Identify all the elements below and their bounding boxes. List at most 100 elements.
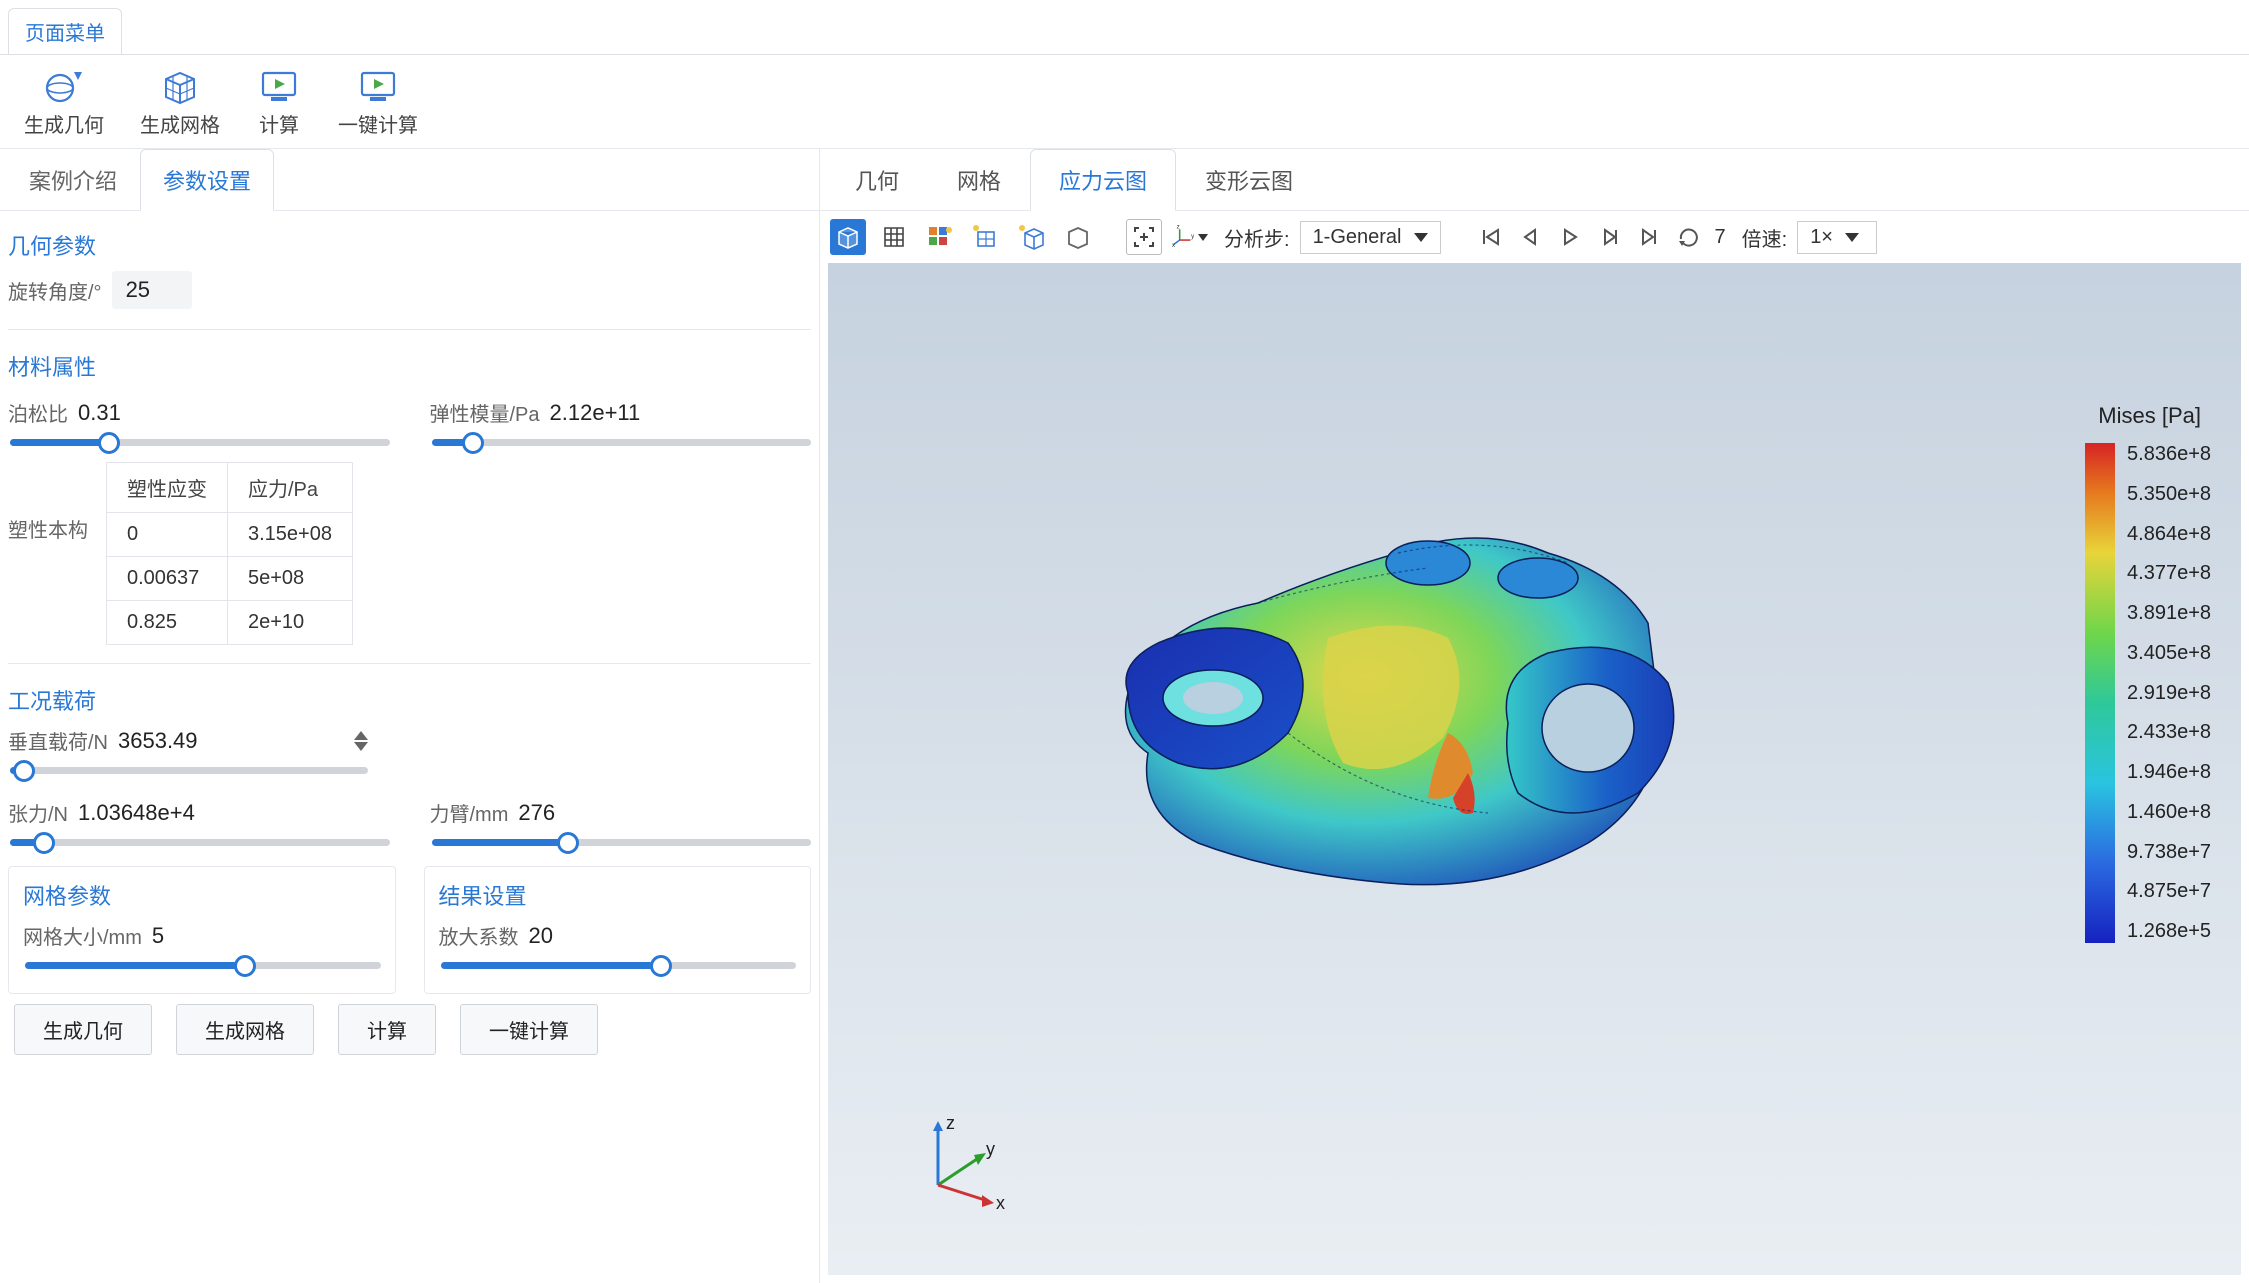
compute-button[interactable]: 计算 (338, 1004, 436, 1055)
outline-box-icon[interactable] (1060, 219, 1096, 255)
legend-value: 5.350e+8 (2127, 483, 2211, 506)
legend-value: 9.738e+7 (2127, 841, 2211, 864)
speed-select[interactable]: 1× (1797, 221, 1877, 254)
sphere-icon (41, 67, 87, 105)
vertical-load-label: 垂直载荷/N (8, 726, 108, 755)
legend-title: Mises [Pa] (2098, 403, 2201, 429)
axis-triad-icon: z y x (908, 1115, 1018, 1215)
scale-factor-slider[interactable] (441, 962, 797, 969)
young-slider[interactable] (432, 439, 812, 446)
tension-slider[interactable] (10, 839, 390, 846)
view-box-icon[interactable] (830, 219, 866, 255)
mesh-size-value: 5 (152, 923, 164, 949)
play-icon[interactable] (1555, 222, 1585, 252)
tab-param-settings[interactable]: 参数设置 (140, 149, 274, 211)
gen-geometry-button[interactable]: 生成几何 (14, 1004, 152, 1055)
loop-icon[interactable] (1675, 222, 1705, 252)
rotation-angle-value[interactable]: 25 (112, 271, 192, 309)
legend-value: 2.433e+8 (2127, 721, 2211, 744)
legend-value: 3.405e+8 (2127, 642, 2211, 665)
cube-mesh-icon (157, 67, 203, 105)
ribbon-compute[interactable]: 计算 (256, 67, 302, 138)
first-frame-icon[interactable] (1475, 222, 1505, 252)
poisson-value: 0.31 (78, 400, 121, 426)
viewport-3d[interactable]: z y x Mises [Pa] (828, 263, 2241, 1275)
rotation-angle-label: 旋转角度/° (8, 276, 102, 305)
svg-text:x: x (1172, 242, 1175, 249)
poisson-label: 泊松比 (8, 398, 68, 427)
vertical-load-stepper[interactable] (354, 731, 368, 751)
svg-text:x: x (996, 1193, 1005, 1213)
rtab-stress-contour[interactable]: 应力云图 (1030, 149, 1176, 211)
axis-xyz-icon[interactable]: z y x (1172, 219, 1208, 255)
tension-value: 1.03648e+4 (78, 800, 195, 826)
analysis-step-label: 分析步: (1224, 223, 1290, 252)
svg-text:y: y (986, 1139, 995, 1159)
plastic-table: 塑性应变 应力/Pa 03.15e+08 0.006375e+08 0.8252… (106, 462, 353, 645)
arm-label: 力臂/mm (430, 798, 509, 827)
prev-frame-icon[interactable] (1515, 222, 1545, 252)
ribbon-onekey-compute[interactable]: 一键计算 (338, 67, 418, 138)
vertical-load-value: 3653.49 (118, 728, 198, 754)
ribbon-toolbar: 生成几何 生成网格 计算 (0, 55, 2249, 149)
mesh-section-title: 网格参数 (23, 879, 381, 911)
legend-value: 5.836e+8 (2127, 443, 2211, 466)
ribbon-label: 计算 (259, 109, 299, 138)
mesh-size-label: 网格大小/mm (23, 921, 142, 950)
table-row[interactable]: 0.006375e+08 (107, 557, 353, 601)
analysis-step-select[interactable]: 1-General (1300, 221, 1441, 254)
th-stress: 应力/Pa (228, 463, 353, 513)
ribbon-label: 一键计算 (338, 109, 418, 138)
geom-section-title: 几何参数 (8, 229, 811, 261)
poisson-slider[interactable] (10, 439, 390, 446)
ribbon-mesh[interactable]: 生成网格 (140, 67, 220, 138)
legend-value: 3.891e+8 (2127, 602, 2211, 625)
ribbon-label: 生成几何 (24, 109, 104, 138)
frame-number: 7 (1715, 226, 1726, 249)
scale-factor-label: 放大系数 (439, 921, 519, 950)
rtab-mesh[interactable]: 网格 (928, 149, 1030, 210)
svg-text:z: z (1177, 224, 1180, 231)
ribbon-geometry[interactable]: 生成几何 (24, 67, 104, 138)
vertical-load-slider[interactable] (10, 767, 368, 774)
young-label: 弹性模量/Pa (430, 398, 540, 427)
color-legend: 5.836e+85.350e+84.864e+84.377e+83.891e+8… (2085, 443, 2211, 943)
speed-label: 倍速: (1742, 223, 1788, 252)
tab-case-intro[interactable]: 案例介绍 (6, 149, 140, 210)
play-monitor-icon (256, 67, 302, 105)
next-frame-icon[interactable] (1595, 222, 1625, 252)
play-monitor-icon (355, 67, 401, 105)
tension-label: 张力/N (8, 798, 68, 827)
light-grid-icon[interactable] (968, 219, 1004, 255)
gen-mesh-button[interactable]: 生成网格 (176, 1004, 314, 1055)
mesh-size-slider[interactable] (25, 962, 381, 969)
legend-value: 4.875e+7 (2127, 880, 2211, 903)
light-box-icon[interactable] (1014, 219, 1050, 255)
page-menu-tab[interactable]: 页面菜单 (8, 8, 122, 55)
last-frame-icon[interactable] (1635, 222, 1665, 252)
legend-value: 1.946e+8 (2127, 761, 2211, 784)
legend-value: 1.460e+8 (2127, 801, 2211, 824)
result-section-title: 结果设置 (439, 879, 797, 911)
onekey-compute-button[interactable]: 一键计算 (460, 1004, 598, 1055)
table-row[interactable]: 03.15e+08 (107, 513, 353, 557)
grid-icon[interactable] (876, 219, 912, 255)
legend-value: 1.268e+5 (2127, 920, 2211, 943)
rtab-geometry[interactable]: 几何 (826, 149, 928, 210)
load-section-title: 工况载荷 (8, 684, 811, 716)
table-row[interactable]: 0.8252e+10 (107, 601, 353, 645)
stress-contour-model (1028, 423, 1788, 983)
legend-value: 4.864e+8 (2127, 523, 2211, 546)
arm-slider[interactable] (432, 839, 812, 846)
ribbon-label: 生成网格 (140, 109, 220, 138)
th-plastic-strain: 塑性应变 (107, 463, 228, 513)
scale-factor-value: 20 (529, 923, 553, 949)
colored-blocks-icon[interactable] (922, 219, 958, 255)
arm-value: 276 (518, 800, 555, 826)
material-section-title: 材料属性 (8, 350, 811, 382)
svg-text:y: y (1191, 233, 1195, 240)
rtab-deform-contour[interactable]: 变形云图 (1176, 149, 1322, 210)
viewer-toolbar: z y x 分析步: 1-General 7 倍速: (820, 211, 2249, 263)
fit-view-icon[interactable] (1126, 219, 1162, 255)
plastic-constitutive-label: 塑性本构 (8, 462, 88, 543)
